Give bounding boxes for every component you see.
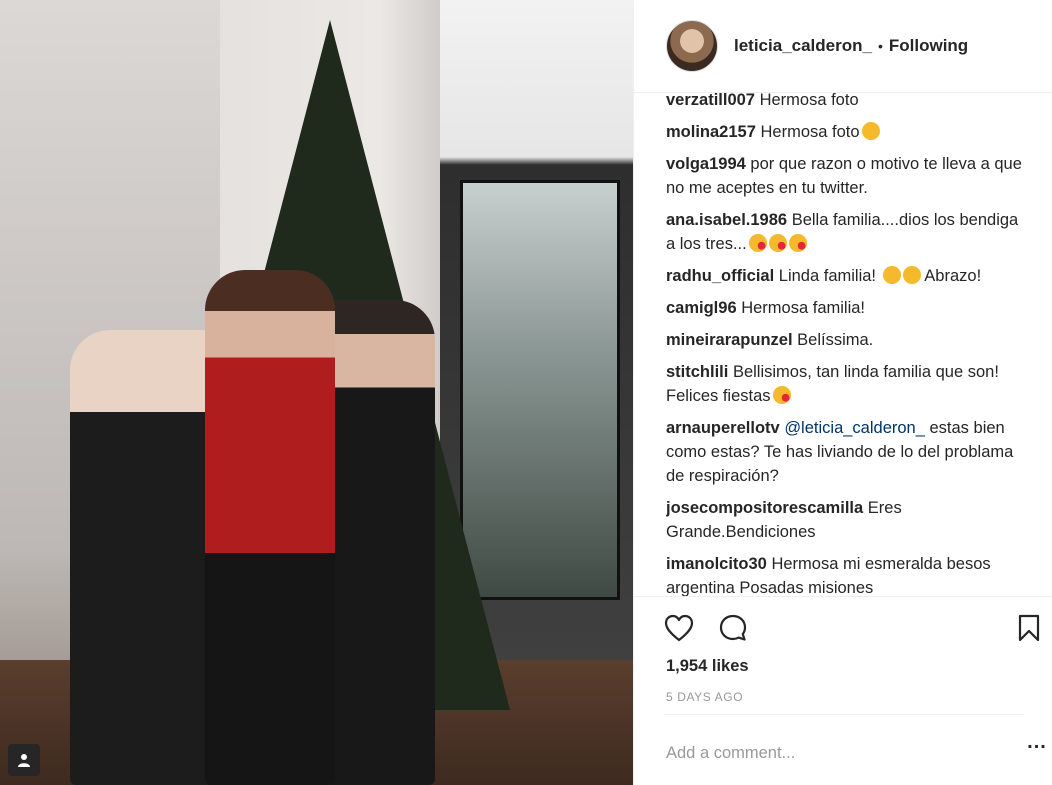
avatar[interactable]	[666, 20, 718, 72]
heart-eyes-cat-icon	[861, 122, 880, 140]
blush-face-icon	[902, 266, 921, 284]
comment-item: molina2157 Hermosa foto	[666, 120, 1026, 144]
likes-count[interactable]: 1,954 likes	[666, 657, 749, 676]
post-side-panel: leticia_calderon_ • Following verzatill0…	[633, 0, 1052, 785]
bookmark-icon[interactable]	[1014, 613, 1044, 643]
comment-item: imanolcito30 Hermosa mi esmeralda besos …	[666, 552, 1026, 596]
comment-text: Hermosa familia!	[741, 299, 866, 317]
post-actions: 1,954 likes 5 DAYS AGO	[634, 596, 1052, 716]
post-timestamp[interactable]: 5 DAYS AGO	[666, 690, 743, 704]
comment-text: Hermosa foto	[760, 123, 860, 141]
comment-input[interactable]	[666, 741, 966, 765]
kiss-face-icon	[748, 234, 767, 252]
comment-item: camigl96 Hermosa familia!	[666, 296, 1026, 320]
comment-text: Hermosa foto	[759, 93, 859, 109]
comment-username[interactable]: josecompositorescamilla	[666, 499, 863, 517]
comment-username[interactable]: camigl96	[666, 299, 737, 317]
comment-item: arnauperellotv @leticia_calderon_ estas …	[666, 416, 1026, 488]
author-username[interactable]: leticia_calderon_	[734, 36, 872, 56]
photo-person	[205, 270, 335, 785]
add-comment-bar	[664, 714, 1024, 785]
comments-list[interactable]: verzatill007 Hermosa foto molina2157 Her…	[666, 93, 1026, 596]
comment-item: mineirarapunzel Belíssima.	[666, 328, 1026, 352]
following-button[interactable]: Following	[889, 36, 968, 56]
kiss-face-icon	[768, 234, 787, 252]
more-options-button[interactable]: ...	[1025, 730, 1049, 754]
comment-item: radhu_official Linda familia! Abrazo!	[666, 264, 1026, 288]
comment-username[interactable]: radhu_official	[666, 267, 774, 285]
comment-text: Linda familia!	[778, 267, 877, 285]
blush-face-icon	[882, 266, 901, 284]
comment-item: stitchlili Bellisimos, tan linda familia…	[666, 360, 1026, 408]
comment-item: josecompositorescamilla Eres Grande.Bend…	[666, 496, 1026, 544]
comment-item: verzatill007 Hermosa foto	[666, 93, 1026, 112]
post-photo[interactable]	[0, 0, 633, 785]
comment-item: ana.isabel.1986 Bella familia....dios lo…	[666, 208, 1026, 256]
user-tag-icon[interactable]	[8, 744, 40, 776]
comment-username[interactable]: imanolcito30	[666, 555, 767, 573]
comment-username[interactable]: mineirarapunzel	[666, 331, 793, 349]
comment-username[interactable]: arnauperellotv	[666, 419, 780, 437]
kiss-face-icon	[772, 386, 791, 404]
post-header: leticia_calderon_ • Following	[634, 0, 1052, 93]
kiss-face-icon	[788, 234, 807, 252]
comment-mention[interactable]: @leticia_calderon_	[784, 419, 925, 437]
comment-username[interactable]: ana.isabel.1986	[666, 211, 787, 229]
comment-username[interactable]: volga1994	[666, 155, 746, 173]
comment-username[interactable]: molina2157	[666, 123, 756, 141]
comment-item: volga1994 por que razon o motivo te llev…	[666, 152, 1026, 200]
comment-username[interactable]: verzatill007	[666, 93, 755, 109]
comment-text: Abrazo!	[924, 267, 982, 285]
comment-username[interactable]: stitchlili	[666, 363, 728, 381]
speech-bubble-icon[interactable]	[718, 613, 748, 643]
comment-text: Belíssima.	[797, 331, 874, 349]
separator-dot: •	[877, 38, 883, 54]
heart-icon[interactable]	[664, 613, 694, 643]
